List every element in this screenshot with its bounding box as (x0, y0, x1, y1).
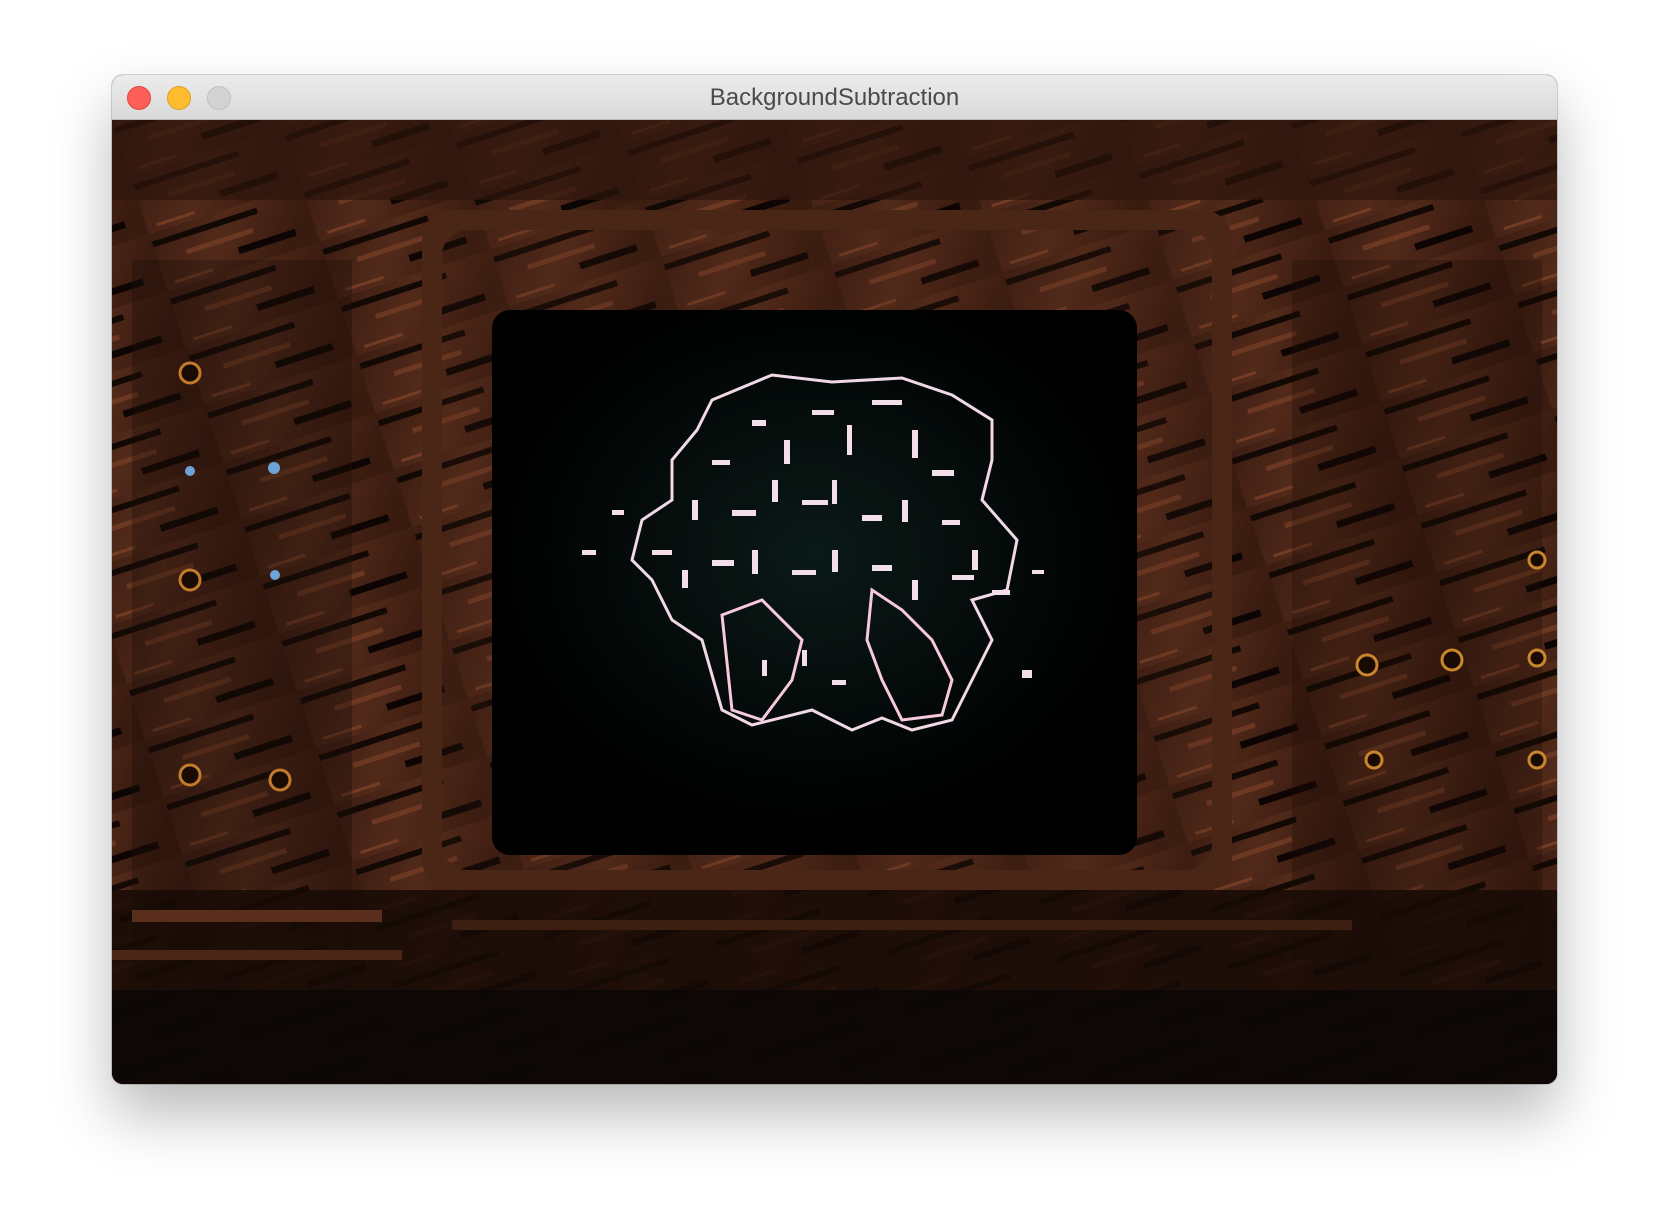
monitor-screen (492, 310, 1137, 855)
top-band (112, 120, 1557, 200)
window-title: BackgroundSubtraction (709, 84, 960, 111)
frame-canvas (112, 120, 1557, 1084)
desk-edge-left (132, 910, 382, 922)
left-panel (132, 260, 352, 1000)
title-bar[interactable]: BackgroundSubtraction (112, 75, 1557, 120)
video-frame (112, 120, 1557, 1084)
desk-edge-center (452, 920, 1352, 930)
app-window: BackgroundSubtraction (112, 75, 1557, 1084)
right-panel (1292, 260, 1542, 960)
desk-strip (112, 950, 402, 960)
